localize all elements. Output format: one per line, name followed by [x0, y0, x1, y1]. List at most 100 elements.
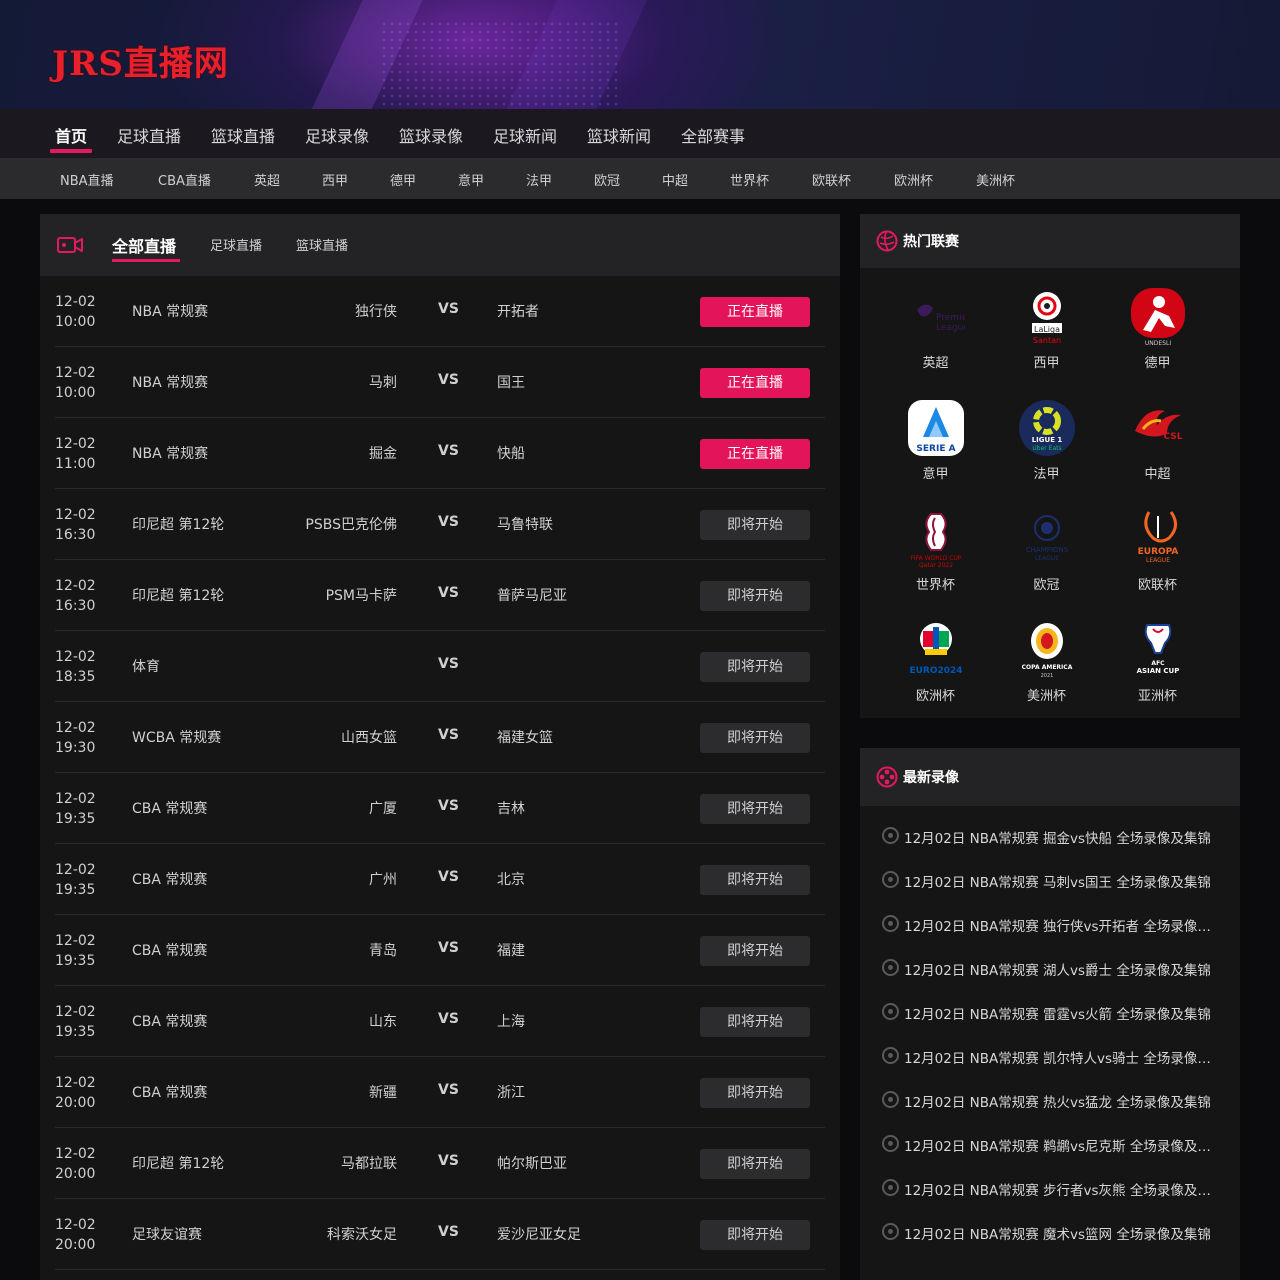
live-now-button[interactable]: 正在直播 [700, 439, 810, 469]
subnav-item[interactable]: 欧洲杯 [894, 170, 933, 189]
recording-item[interactable]: 12月02日 NBA常规赛 凯尔特人vs骑士 全场录像及集锦 [882, 1047, 1222, 1067]
recording-title[interactable]: 12月02日 NBA常规赛 热火vs猛龙 全场录像及集锦 [904, 1091, 1211, 1111]
league-card[interactable]: CHAMPIONS LEAGUE 欧冠 [991, 510, 1102, 610]
match-row[interactable]: 12-02 10:00 NBA 常规赛 马刺 VS 国王 正在直播 [55, 347, 825, 418]
match-row[interactable]: 12-02 11:00 NBA 常规赛 掘金 VS 快船 正在直播 [55, 418, 825, 489]
match-row[interactable]: 12-02 20:00 印尼超 第12轮 马都拉联 VS 帕尔斯巴亚 即将开始 [55, 1128, 825, 1199]
league-card[interactable]: FIFA WORLD CUP Qatar 2022 世界杯 [880, 510, 991, 610]
match-league[interactable]: CBA 常规赛 [132, 798, 207, 818]
subnav-item[interactable]: 德甲 [390, 170, 416, 189]
recording-title[interactable]: 12月02日 NBA常规赛 雷霆vs火箭 全场录像及集锦 [904, 1003, 1211, 1023]
nav-basketball-news[interactable]: 篮球新闻 [587, 123, 651, 147]
nav-basketball-replay[interactable]: 篮球录像 [399, 123, 463, 147]
film-reel-icon [876, 766, 898, 788]
recording-title[interactable]: 12月02日 NBA常规赛 马刺vs国王 全场录像及集锦 [904, 871, 1211, 891]
match-row[interactable]: 12-02 18:35 体育 VS 即将开始 [55, 631, 825, 702]
subnav-item[interactable]: 世界杯 [730, 170, 769, 189]
recording-title[interactable]: 12月02日 NBA常规赛 魔术vs篮网 全场录像及集锦 [904, 1223, 1211, 1243]
subnav-item[interactable]: CBA直播 [158, 170, 211, 189]
recording-title[interactable]: 12月02日 NBA常规赛 独行侠vs开拓者 全场录像及集锦 [904, 915, 1216, 935]
nav-home[interactable]: 首页 [55, 123, 87, 147]
nav-football-live[interactable]: 足球直播 [117, 123, 181, 147]
match-league[interactable]: 印尼超 第12轮 [132, 1153, 224, 1173]
match-league[interactable]: CBA 常规赛 [132, 1011, 207, 1031]
league-card[interactable]: CSL 中超 [1102, 399, 1213, 499]
upcoming-button[interactable]: 即将开始 [700, 1220, 810, 1250]
match-league[interactable]: 印尼超 第12轮 [132, 514, 224, 534]
nav-football-news[interactable]: 足球新闻 [493, 123, 557, 147]
match-league[interactable]: 印尼超 第12轮 [132, 585, 224, 605]
live-now-button[interactable]: 正在直播 [700, 368, 810, 398]
live-now-button[interactable]: 正在直播 [700, 297, 810, 327]
match-row[interactable]: 12-02 16:30 印尼超 第12轮 PSM马卡萨 VS 普萨马尼亚 即将开始 [55, 560, 825, 631]
site-logo[interactable]: JRS直播网 [52, 36, 229, 85]
league-card[interactable]: AFC ASIAN CUP 亚洲杯 [1102, 621, 1213, 721]
tab-basketball-live[interactable]: 篮球直播 [296, 235, 348, 254]
tab-all-live[interactable]: 全部直播 [112, 233, 176, 257]
recording-title[interactable]: 12月02日 NBA常规赛 凯尔特人vs骑士 全场录像及集锦 [904, 1047, 1216, 1067]
upcoming-button[interactable]: 即将开始 [700, 1149, 810, 1179]
league-card[interactable]: COPA AMERICA 2021 美洲杯 [991, 621, 1102, 721]
match-row[interactable]: 12-02 19:35 CBA 常规赛 山东 VS 上海 即将开始 [55, 986, 825, 1057]
upcoming-button[interactable]: 即将开始 [700, 723, 810, 753]
subnav-item[interactable]: 欧联杯 [812, 170, 851, 189]
subnav-item[interactable]: 英超 [254, 170, 280, 189]
league-card[interactable]: LIGUE 1 Uber Eats 法甲 [991, 399, 1102, 499]
nav-all-events[interactable]: 全部赛事 [681, 123, 745, 147]
recording-title[interactable]: 12月02日 NBA常规赛 湖人vs爵士 全场录像及集锦 [904, 959, 1211, 979]
subnav-item[interactable]: 中超 [662, 170, 688, 189]
upcoming-button[interactable]: 即将开始 [700, 936, 810, 966]
nav-basketball-live[interactable]: 篮球直播 [211, 123, 275, 147]
league-card[interactable]: EURO2024 欧洲杯 [880, 621, 991, 721]
subnav-item[interactable]: NBA直播 [60, 170, 114, 189]
match-league[interactable]: NBA 常规赛 [132, 301, 208, 321]
recording-item[interactable]: 12月02日 NBA常规赛 魔术vs篮网 全场录像及集锦 [882, 1223, 1222, 1243]
match-league[interactable]: NBA 常规赛 [132, 372, 208, 392]
match-league[interactable]: CBA 常规赛 [132, 1082, 207, 1102]
match-league[interactable]: CBA 常规赛 [132, 940, 207, 960]
league-card[interactable]: UNDESLI 德甲 [1102, 288, 1213, 388]
recording-item[interactable]: 12月02日 NBA常规赛 掘金vs快船 全场录像及集锦 [882, 827, 1222, 847]
league-card[interactable]: PremierLeague 英超 [880, 288, 991, 388]
recording-item[interactable]: 12月02日 NBA常规赛 步行者vs灰熊 全场录像及集锦 [882, 1179, 1222, 1199]
recording-title[interactable]: 12月02日 NBA常规赛 掘金vs快船 全场录像及集锦 [904, 827, 1211, 847]
match-league[interactable]: CBA 常规赛 [132, 869, 207, 889]
recording-title[interactable]: 12月02日 NBA常规赛 步行者vs灰熊 全场录像及集锦 [904, 1179, 1216, 1199]
match-league[interactable]: 体育 [132, 656, 160, 676]
match-row[interactable]: 12-02 19:35 CBA 常规赛 广州 VS 北京 即将开始 [55, 844, 825, 915]
tab-football-live[interactable]: 足球直播 [210, 235, 262, 254]
recording-item[interactable]: 12月02日 NBA常规赛 热火vs猛龙 全场录像及集锦 [882, 1091, 1222, 1111]
league-card[interactable]: EUROPA LEAGUE 欧联杯 [1102, 510, 1213, 610]
subnav-item[interactable]: 法甲 [526, 170, 552, 189]
match-league[interactable]: 足球友谊赛 [132, 1224, 202, 1244]
subnav-item[interactable]: 意甲 [458, 170, 484, 189]
match-league[interactable]: NBA 常规赛 [132, 443, 208, 463]
match-row[interactable]: 12-02 20:00 足球友谊赛 科索沃女足 VS 爱沙尼亚女足 即将开始 [55, 1199, 825, 1270]
upcoming-button[interactable]: 即将开始 [700, 581, 810, 611]
subnav-item[interactable]: 西甲 [322, 170, 348, 189]
recording-item[interactable]: 12月02日 NBA常规赛 湖人vs爵士 全场录像及集锦 [882, 959, 1222, 979]
recording-item[interactable]: 12月02日 NBA常规赛 马刺vs国王 全场录像及集锦 [882, 871, 1222, 891]
match-row[interactable]: 12-02 16:30 印尼超 第12轮 PSBS巴克伦佛 VS 马鲁特联 即将开始 [55, 489, 825, 560]
match-row[interactable]: 12-02 19:30 WCBA 常规赛 山西女篮 VS 福建女篮 即将开始 [55, 702, 825, 773]
match-league[interactable]: WCBA 常规赛 [132, 727, 221, 747]
recording-item[interactable]: 12月02日 NBA常规赛 独行侠vs开拓者 全场录像及集锦 [882, 915, 1222, 935]
upcoming-button[interactable]: 即将开始 [700, 865, 810, 895]
match-row[interactable]: 12-02 10:00 NBA 常规赛 独行侠 VS 开拓者 正在直播 [55, 276, 825, 347]
upcoming-button[interactable]: 即将开始 [700, 1007, 810, 1037]
league-card[interactable]: SERIE A 意甲 [880, 399, 991, 499]
recording-title[interactable]: 12月02日 NBA常规赛 鹈鹕vs尼克斯 全场录像及集锦 [904, 1135, 1216, 1155]
upcoming-button[interactable]: 即将开始 [700, 794, 810, 824]
upcoming-button[interactable]: 即将开始 [700, 652, 810, 682]
upcoming-button[interactable]: 即将开始 [700, 510, 810, 540]
upcoming-button[interactable]: 即将开始 [700, 1078, 810, 1108]
recording-item[interactable]: 12月02日 NBA常规赛 雷霆vs火箭 全场录像及集锦 [882, 1003, 1222, 1023]
nav-football-replay[interactable]: 足球录像 [305, 123, 369, 147]
match-row[interactable]: 12-02 19:35 CBA 常规赛 广厦 VS 吉林 即将开始 [55, 773, 825, 844]
match-row[interactable]: 12-02 19:35 CBA 常规赛 青岛 VS 福建 即将开始 [55, 915, 825, 986]
subnav-item[interactable]: 欧冠 [594, 170, 620, 189]
subnav-item[interactable]: 美洲杯 [976, 170, 1015, 189]
match-row[interactable]: 12-02 20:00 CBA 常规赛 新疆 VS 浙江 即将开始 [55, 1057, 825, 1128]
recording-item[interactable]: 12月02日 NBA常规赛 鹈鹕vs尼克斯 全场录像及集锦 [882, 1135, 1222, 1155]
league-card[interactable]: LaLiga Santan 西甲 [991, 288, 1102, 388]
